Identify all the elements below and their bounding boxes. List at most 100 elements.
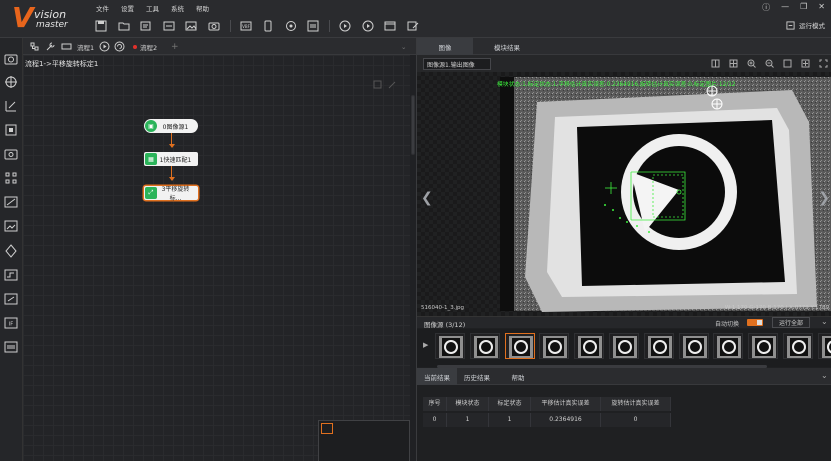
edit-icon[interactable]: [402, 18, 424, 34]
image-panel: 图像 模块结果 图像源1.输出图像 模块状态:1,标定状态:1,平移估计真实误差…: [416, 38, 831, 461]
collapse-icon[interactable]: ⌄: [821, 317, 828, 326]
run-flow-icon[interactable]: [99, 41, 110, 52]
fit-image-icon[interactable]: [783, 59, 792, 68]
ui-design-icon[interactable]: [379, 18, 401, 34]
image-thumbnail[interactable]: [469, 333, 500, 359]
save-as-icon[interactable]: [135, 18, 157, 34]
fullscreen-icon[interactable]: [819, 59, 828, 68]
tab-flow1[interactable]: 流程1: [77, 41, 94, 53]
logo-mark: V: [12, 1, 34, 34]
import-icon[interactable]: [158, 18, 180, 34]
flow-node-label: 0图像源1: [162, 123, 189, 131]
menu-settings[interactable]: 设置: [115, 3, 140, 13]
prev-image-icon[interactable]: ❮: [421, 190, 433, 206]
save-icon[interactable]: [90, 18, 112, 34]
menu-system[interactable]: 系统: [165, 3, 190, 13]
main-toolbar: VBF: [90, 18, 424, 34]
menu-tools[interactable]: 工具: [140, 3, 165, 13]
wrench-icon[interactable]: [45, 41, 56, 52]
camera-icon[interactable]: [203, 18, 225, 34]
tab-help[interactable]: 帮助: [499, 368, 537, 385]
scrollbar-thumb[interactable]: [411, 95, 415, 155]
image-thumbnail[interactable]: [817, 333, 831, 359]
open-folder-icon[interactable]: [113, 18, 135, 34]
column-header: 模块状态: [447, 397, 489, 411]
tab-history-result[interactable]: 历史结果: [457, 368, 497, 385]
menu-file[interactable]: 文件: [90, 3, 115, 13]
mini-map[interactable]: [318, 420, 410, 461]
auto-switch-toggle[interactable]: [747, 319, 763, 326]
chevron-down-icon[interactable]: ⌄: [821, 371, 828, 380]
image-thumbnail[interactable]: [783, 333, 813, 359]
tab-flow2[interactable]: 流程2: [133, 41, 157, 53]
color-process-icon[interactable]: [4, 244, 18, 258]
table-row[interactable]: 0 1 1 0.2364916 0: [423, 413, 671, 427]
image-thumbnail[interactable]: [713, 333, 744, 359]
calibration-tool-icon[interactable]: [4, 171, 18, 185]
image-icon[interactable]: [180, 18, 202, 34]
image-viewer[interactable]: 模块状态:1,标定状态:1,平移估计真实误差:0.2364916,旋转估计真实误…: [417, 72, 831, 316]
restore-icon[interactable]: ❐: [800, 2, 807, 13]
run-once-icon[interactable]: [334, 18, 356, 34]
help-icon[interactable]: ⓘ: [762, 2, 770, 13]
fit-icon[interactable]: [373, 80, 382, 89]
camera-tool-icon[interactable]: [4, 52, 18, 66]
image-thumbnail[interactable]: [748, 333, 779, 359]
flow-node-image-source[interactable]: ▣ 0图像源1: [144, 119, 198, 133]
logic-tool-icon[interactable]: [4, 268, 18, 282]
flow-tree-icon[interactable]: [29, 41, 40, 52]
image-process-icon[interactable]: [4, 219, 18, 233]
if-logic-icon[interactable]: IF: [4, 316, 18, 330]
locate-tool-icon[interactable]: [4, 75, 18, 89]
tab-image[interactable]: 图像: [417, 38, 473, 55]
chevron-down-icon[interactable]: ⌄: [401, 41, 406, 53]
flow-node-calibration[interactable]: ⤢ 3平移旋转标...: [144, 186, 198, 202]
image-thumbnail[interactable]: [539, 333, 570, 359]
next-image-icon[interactable]: ❯: [818, 190, 830, 206]
keyboard-icon[interactable]: [61, 41, 72, 52]
compare-tool-icon[interactable]: [4, 195, 18, 209]
device-icon[interactable]: [257, 18, 279, 34]
mini-map-viewport[interactable]: [321, 423, 333, 434]
loop-flow-icon[interactable]: [114, 41, 125, 52]
run-mode-button[interactable]: 运行模式: [786, 20, 825, 30]
run-all-select[interactable]: 运行全部: [772, 317, 810, 328]
flow-breadcrumb: 流程1->平移旋转标定1: [25, 60, 99, 68]
image-thumbnail[interactable]: [609, 333, 639, 359]
measure-tool-icon[interactable]: [4, 99, 18, 113]
toolbar-separator: [229, 20, 231, 32]
run-loop-icon[interactable]: [357, 18, 379, 34]
image-thumbnail[interactable]: [678, 333, 709, 359]
grid-view-icon[interactable]: [711, 59, 720, 68]
zoom-out-icon[interactable]: [765, 59, 774, 68]
image-thumbnail[interactable]: [643, 333, 674, 359]
tab-module-result[interactable]: 模块结果: [479, 38, 535, 55]
menu-bar: 文件 设置 工具 系统 帮助: [90, 3, 215, 13]
flow-node-fast-match[interactable]: ▦ 1快速匹配1: [144, 152, 198, 166]
crosshair-icon[interactable]: [801, 59, 810, 68]
variable-icon[interactable]: VBF: [235, 18, 257, 34]
global-icon[interactable]: [280, 18, 302, 34]
minimize-icon[interactable]: —: [781, 2, 789, 13]
image-thumbnail[interactable]: [574, 333, 605, 359]
layout-icon[interactable]: [729, 59, 738, 68]
communication-icon[interactable]: [302, 18, 324, 34]
image-thumbnail[interactable]: [504, 333, 535, 359]
pen-icon[interactable]: [388, 80, 397, 89]
add-flow-icon[interactable]: +: [171, 41, 179, 53]
flow-canvas[interactable]: ▣ 0图像源1 ▦ 1快速匹配1 ⤢ 3平移旋转标...: [23, 55, 410, 461]
defect-tool-icon[interactable]: [4, 147, 18, 161]
zoom-in-icon[interactable]: [747, 59, 756, 68]
communication-tool-icon[interactable]: [4, 340, 18, 354]
right-tab-bar: 图像 模块结果: [417, 38, 831, 55]
menu-help[interactable]: 帮助: [190, 3, 215, 13]
cell-calib-status: 1: [489, 413, 531, 427]
play-thumbs-icon[interactable]: ▶: [423, 341, 428, 349]
auto-switch-label: 自动切换: [715, 321, 740, 328]
tab-current-result[interactable]: 当前结果: [417, 368, 457, 385]
image-thumbnail[interactable]: [435, 333, 465, 359]
recognize-tool-icon[interactable]: [4, 123, 18, 137]
image-source-select[interactable]: 图像源1.输出图像: [423, 58, 491, 70]
close-icon[interactable]: ✕: [818, 2, 825, 13]
deep-learning-icon[interactable]: [4, 292, 18, 306]
